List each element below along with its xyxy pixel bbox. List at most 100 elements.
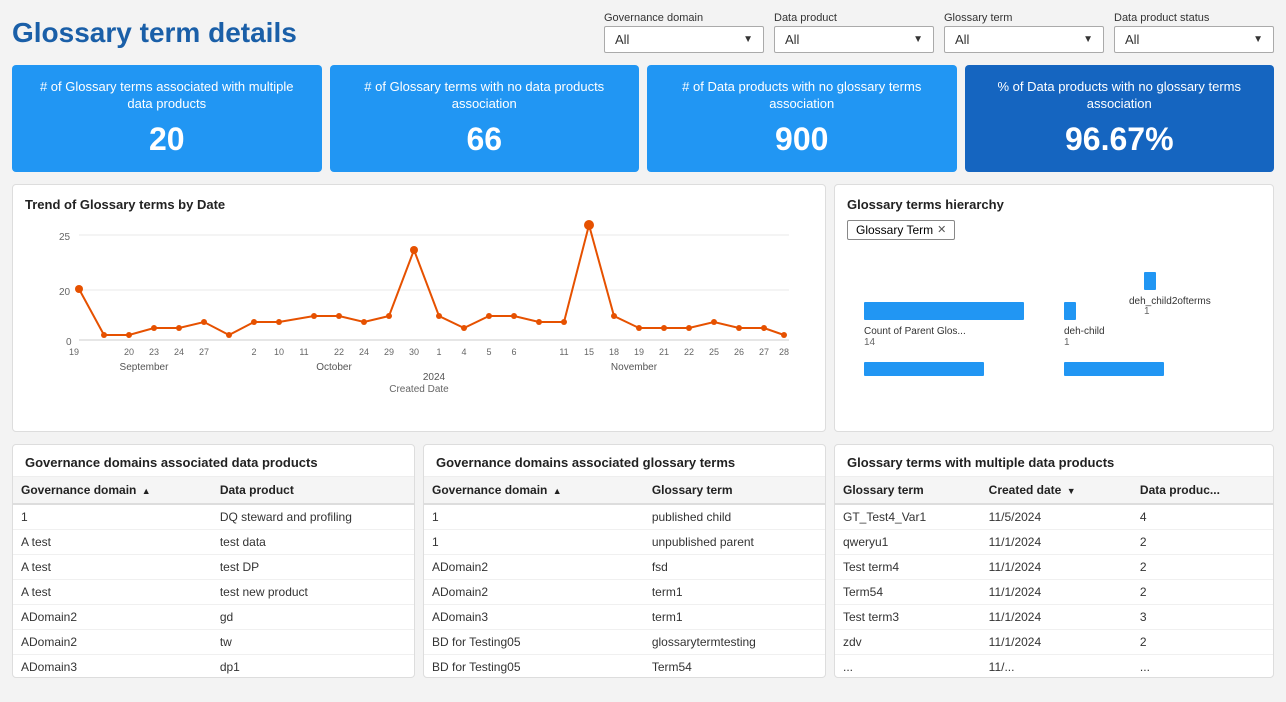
table-row: Test term411/1/20242 [835, 554, 1273, 579]
table-row: ...11/...... [835, 654, 1273, 677]
table2-body: 1published child1unpublished parentADoma… [424, 504, 825, 677]
filter-select[interactable]: All ▼ [1114, 26, 1274, 53]
table1-col1[interactable]: Governance domain ▲ [13, 477, 212, 504]
table-row: ADomain2term1 [424, 579, 825, 604]
filter-label: Data product [774, 12, 934, 24]
table1-panel: Governance domains associated data produ… [12, 444, 415, 678]
table1-scroll[interactable]: Governance domain ▲ Data product 1DQ ste… [13, 477, 414, 677]
svg-text:2024: 2024 [423, 372, 446, 380]
table2-col1[interactable]: Governance domain ▲ [424, 477, 644, 504]
table-cell: 1 [424, 504, 644, 530]
table-cell: test DP [212, 554, 414, 579]
filter-select[interactable]: All ▼ [604, 26, 764, 53]
table-cell: dp1 [212, 654, 414, 677]
table2-panel: Governance domains associated glossary t… [423, 444, 826, 678]
table-row: 1DQ steward and profiling [13, 504, 414, 530]
table2-col2[interactable]: Glossary term [644, 477, 825, 504]
table3-col2[interactable]: Created date ▼ [981, 477, 1132, 504]
table-cell: 11/1/2024 [981, 579, 1132, 604]
table-cell: Test term4 [835, 554, 981, 579]
filter-value: All [785, 32, 799, 47]
table-cell: BD for Testing05 [424, 629, 644, 654]
table-cell: term1 [644, 579, 825, 604]
table-cell: 2 [1132, 579, 1273, 604]
table-row: 1unpublished parent [424, 529, 825, 554]
table-cell: gd [212, 604, 414, 629]
svg-text:11: 11 [299, 347, 308, 357]
svg-text:15: 15 [584, 347, 594, 357]
sort-icon: ▲ [142, 486, 151, 496]
table-cell: 11/... [981, 654, 1132, 677]
svg-text:26: 26 [734, 347, 744, 357]
table-cell: ... [1132, 654, 1273, 677]
table3-scroll[interactable]: Glossary term Created date ▼ Data produc… [835, 477, 1273, 677]
filter-select[interactable]: All ▼ [944, 26, 1104, 53]
table-cell: ADomain2 [13, 629, 212, 654]
table-cell: 11/5/2024 [981, 504, 1132, 530]
svg-text:23: 23 [149, 347, 159, 357]
table-row: BD for Testing05glossarytermtesting [424, 629, 825, 654]
table-cell: ... [835, 654, 981, 677]
table-cell: tw [212, 629, 414, 654]
svg-text:September: September [120, 362, 170, 373]
table-cell: 3 [1132, 604, 1273, 629]
svg-text:5: 5 [486, 347, 491, 357]
filter-group: Data product All ▼ [774, 12, 934, 53]
kpi-value: 96.67% [981, 121, 1259, 158]
svg-text:30: 30 [409, 347, 419, 357]
table1-col2[interactable]: Data product [212, 477, 414, 504]
svg-text:18: 18 [609, 347, 619, 357]
table-cell: ADomain2 [424, 579, 644, 604]
svg-text:2: 2 [251, 347, 256, 357]
table3-col3[interactable]: Data produc... [1132, 477, 1273, 504]
table-row: ADomain2fsd [424, 554, 825, 579]
sort-icon: ▲ [553, 486, 562, 496]
page-container: Glossary term details Governance domain … [0, 0, 1286, 702]
chevron-down-icon: ▼ [1253, 34, 1263, 45]
table-row: ADomain3term1 [424, 604, 825, 629]
kpi-card: % of Data products with no glossary term… [965, 65, 1275, 172]
kpi-label: # of Glossary terms associated with mult… [28, 79, 306, 113]
chart-x-label: Created Date [25, 384, 813, 395]
table-row: GT_Test4_Var111/5/20244 [835, 504, 1273, 530]
tables-row: Governance domains associated data produ… [12, 444, 1274, 678]
table-row: Term5411/1/20242 [835, 579, 1273, 604]
table-cell: DQ steward and profiling [212, 504, 414, 530]
svg-text:22: 22 [684, 347, 694, 357]
line-chart: 25 20 0 [25, 220, 813, 380]
kpi-label: # of Glossary terms with no data product… [346, 79, 624, 113]
table-cell: 1 [424, 529, 644, 554]
kpi-card: # of Glossary terms associated with mult… [12, 65, 322, 172]
table1-title: Governance domains associated data produ… [13, 445, 414, 477]
table-cell: test data [212, 529, 414, 554]
table-cell: 11/1/2024 [981, 529, 1132, 554]
table-cell: ADomain2 [424, 554, 644, 579]
filter-value: All [955, 32, 969, 47]
kpi-label: # of Data products with no glossary term… [663, 79, 941, 113]
hierarchy-tag[interactable]: Glossary Term ✕ [847, 220, 955, 240]
filter-value: All [1125, 32, 1139, 47]
table-cell: zdv [835, 629, 981, 654]
table-cell: GT_Test4_Var1 [835, 504, 981, 530]
table2: Governance domain ▲ Glossary term 1publi… [424, 477, 825, 677]
svg-text:10: 10 [274, 347, 284, 357]
table3: Glossary term Created date ▼ Data produc… [835, 477, 1273, 677]
svg-text:24: 24 [174, 347, 184, 357]
filter-select[interactable]: All ▼ [774, 26, 934, 53]
table3-col1[interactable]: Glossary term [835, 477, 981, 504]
table-row: A testtest DP [13, 554, 414, 579]
trend-chart-svg: 25 20 0 [25, 220, 813, 380]
table2-scroll[interactable]: Governance domain ▲ Glossary term 1publi… [424, 477, 825, 677]
filters-container: Governance domain All ▼ Data product All… [604, 12, 1274, 53]
hierarchy-chart-panel: Glossary terms hierarchy Glossary Term ✕… [834, 184, 1274, 432]
sort-icon: ▼ [1067, 486, 1076, 496]
table3-title: Glossary terms with multiple data produc… [835, 445, 1273, 477]
svg-text:21: 21 [659, 347, 669, 357]
hierarchy-tag-remove[interactable]: ✕ [937, 223, 946, 236]
kpi-row: # of Glossary terms associated with mult… [12, 65, 1274, 172]
svg-text:27: 27 [759, 347, 769, 357]
svg-text:28: 28 [779, 347, 789, 357]
table-row: ADomain2tw [13, 629, 414, 654]
chevron-down-icon: ▼ [1083, 34, 1093, 45]
svg-text:4: 4 [461, 347, 466, 357]
